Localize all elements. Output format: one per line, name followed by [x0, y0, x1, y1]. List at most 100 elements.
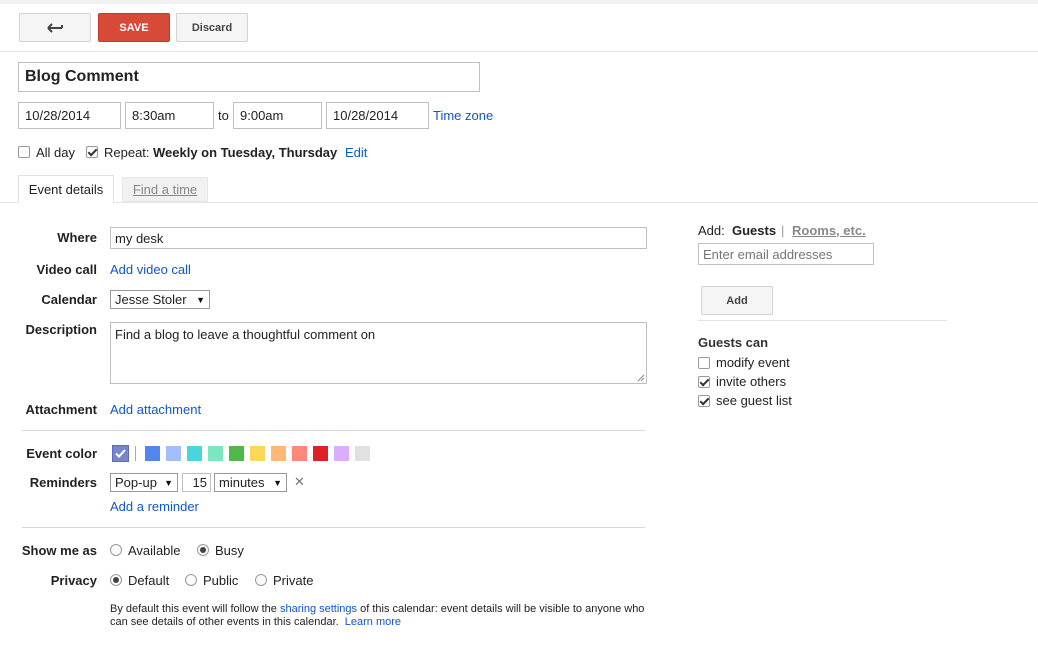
to-label: to	[218, 108, 229, 123]
reminder-type-select[interactable]: Pop-up ▼	[110, 473, 178, 492]
reminder-amount-input[interactable]: 15	[182, 473, 211, 492]
event-title-input[interactable]: Blog Comment	[18, 62, 480, 92]
repeat-edit-link[interactable]: Edit	[345, 145, 367, 160]
color-swatch[interactable]	[271, 446, 286, 461]
description-textarea[interactable]: Find a blog to leave a thoughtful commen…	[110, 322, 647, 384]
reminders-divider	[22, 527, 645, 528]
calendar-label: Calendar	[41, 292, 97, 307]
end-date-text: 10/28/2014	[333, 108, 399, 123]
chevron-down-icon: ▼	[196, 294, 205, 305]
default-privacy-label: Default	[128, 573, 170, 588]
description-label: Description	[25, 322, 97, 337]
privacy-note-pre: By default this event will follow the	[110, 603, 277, 615]
end-time-text: 9:00am	[240, 108, 284, 123]
privacy-note-mid: of this calendar: event details will be …	[360, 603, 645, 615]
chevron-down-icon: ▼	[273, 477, 282, 488]
video-call-label: Video call	[36, 262, 97, 277]
privacy-label: Privacy	[50, 573, 97, 588]
calendar-select[interactable]: Jesse Stoler ▼	[110, 290, 210, 309]
calendar-select-value: Jesse Stoler	[115, 292, 187, 307]
color-swatch[interactable]	[250, 446, 265, 461]
sharing-settings-link[interactable]: sharing settings	[280, 603, 357, 615]
guests-can-heading: Guests can	[698, 335, 769, 350]
end-time-input[interactable]: 9:00am	[233, 102, 322, 129]
invite-others-checkbox[interactable]	[698, 376, 710, 388]
check-icon	[115, 449, 126, 458]
repeat-label: Repeat:	[104, 145, 150, 160]
guests-divider	[698, 320, 947, 321]
privacy-note-line2: can see details of other events in this …	[110, 616, 339, 628]
add-guest-button[interactable]: Add	[701, 286, 773, 315]
guests-tab[interactable]: Guests	[732, 223, 776, 238]
color-swatch[interactable]	[145, 446, 160, 461]
privacy-note: By default this event will follow the sh…	[110, 603, 650, 629]
default-privacy-radio[interactable]	[110, 574, 122, 586]
attachment-divider	[22, 430, 645, 431]
start-time-input[interactable]: 8:30am	[125, 102, 214, 129]
toolbar-divider	[0, 51, 1038, 52]
attachment-label: Attachment	[25, 402, 97, 417]
top-border	[0, 0, 1038, 4]
modify-event-checkbox[interactable]	[698, 357, 710, 369]
save-button[interactable]: SAVE	[98, 13, 170, 42]
where-label: Where	[57, 230, 97, 245]
see-guest-list-label: see guest list	[716, 393, 792, 408]
private-privacy-radio[interactable]	[255, 574, 267, 586]
color-swatch[interactable]	[187, 446, 202, 461]
available-radio[interactable]	[110, 544, 122, 556]
tabs-divider	[0, 202, 1038, 203]
color-swatch[interactable]	[229, 446, 244, 461]
remove-reminder-icon[interactable]: ✕	[294, 474, 305, 490]
time-zone-link[interactable]: Time zone	[433, 108, 493, 123]
public-privacy-label: Public	[203, 573, 239, 588]
add-guests-label: Add:	[698, 223, 725, 238]
guests-tab-separator: |	[781, 223, 785, 238]
private-privacy-label: Private	[273, 573, 314, 588]
resize-handle-icon[interactable]	[637, 374, 645, 382]
busy-label: Busy	[215, 543, 244, 558]
show-me-as-label: Show me as	[21, 543, 97, 558]
where-text: my desk	[115, 230, 164, 246]
color-swatch[interactable]	[313, 446, 328, 461]
all-day-checkbox[interactable]	[18, 146, 30, 158]
start-date-text: 10/28/2014	[25, 108, 91, 123]
add-video-call-link[interactable]: Add video call	[110, 262, 191, 277]
learn-more-link[interactable]: Learn more	[345, 616, 401, 628]
default-color-swatch[interactable]	[112, 445, 129, 462]
see-guest-list-checkbox[interactable]	[698, 395, 710, 407]
color-swatch[interactable]	[334, 446, 349, 461]
guest-email-input[interactable]	[698, 243, 874, 265]
reminder-amount-text: 15	[192, 475, 207, 490]
start-date-input[interactable]: 10/28/2014	[18, 102, 121, 129]
chevron-down-icon: ▼	[164, 477, 173, 488]
back-arrow-icon	[47, 22, 63, 33]
end-date-input[interactable]: 10/28/2014	[326, 102, 429, 129]
all-day-label: All day	[36, 145, 76, 160]
rooms-tab[interactable]: Rooms, etc.	[792, 223, 866, 238]
tab-event-details[interactable]: Event details	[18, 175, 114, 203]
start-time-text: 8:30am	[132, 108, 176, 123]
color-separator	[135, 446, 136, 461]
back-button[interactable]	[19, 13, 91, 42]
tab-find-a-time[interactable]: Find a time	[122, 177, 208, 202]
event-title-text: Blog Comment	[25, 68, 139, 85]
busy-radio[interactable]	[197, 544, 209, 556]
where-input[interactable]: my desk	[110, 227, 647, 249]
description-text: Find a blog to leave a thoughtful commen…	[115, 327, 376, 342]
modify-event-label: modify event	[716, 355, 790, 370]
available-label: Available	[128, 543, 181, 558]
color-swatch[interactable]	[166, 446, 181, 461]
discard-button[interactable]: Discard	[176, 13, 248, 42]
add-reminder-link[interactable]: Add a reminder	[110, 499, 199, 514]
add-attachment-link[interactable]: Add attachment	[110, 402, 201, 417]
invite-others-label: invite others	[716, 374, 787, 389]
reminder-unit-select[interactable]: minutes ▼	[214, 473, 287, 492]
repeat-summary: Weekly on Tuesday, Thursday	[153, 145, 338, 160]
color-swatch[interactable]	[292, 446, 307, 461]
reminders-label: Reminders	[29, 475, 97, 490]
color-swatch[interactable]	[355, 446, 370, 461]
repeat-checkbox[interactable]	[86, 146, 98, 158]
tab-find-a-time-label: Find a time	[132, 182, 198, 197]
public-privacy-radio[interactable]	[185, 574, 197, 586]
color-swatch[interactable]	[208, 446, 223, 461]
